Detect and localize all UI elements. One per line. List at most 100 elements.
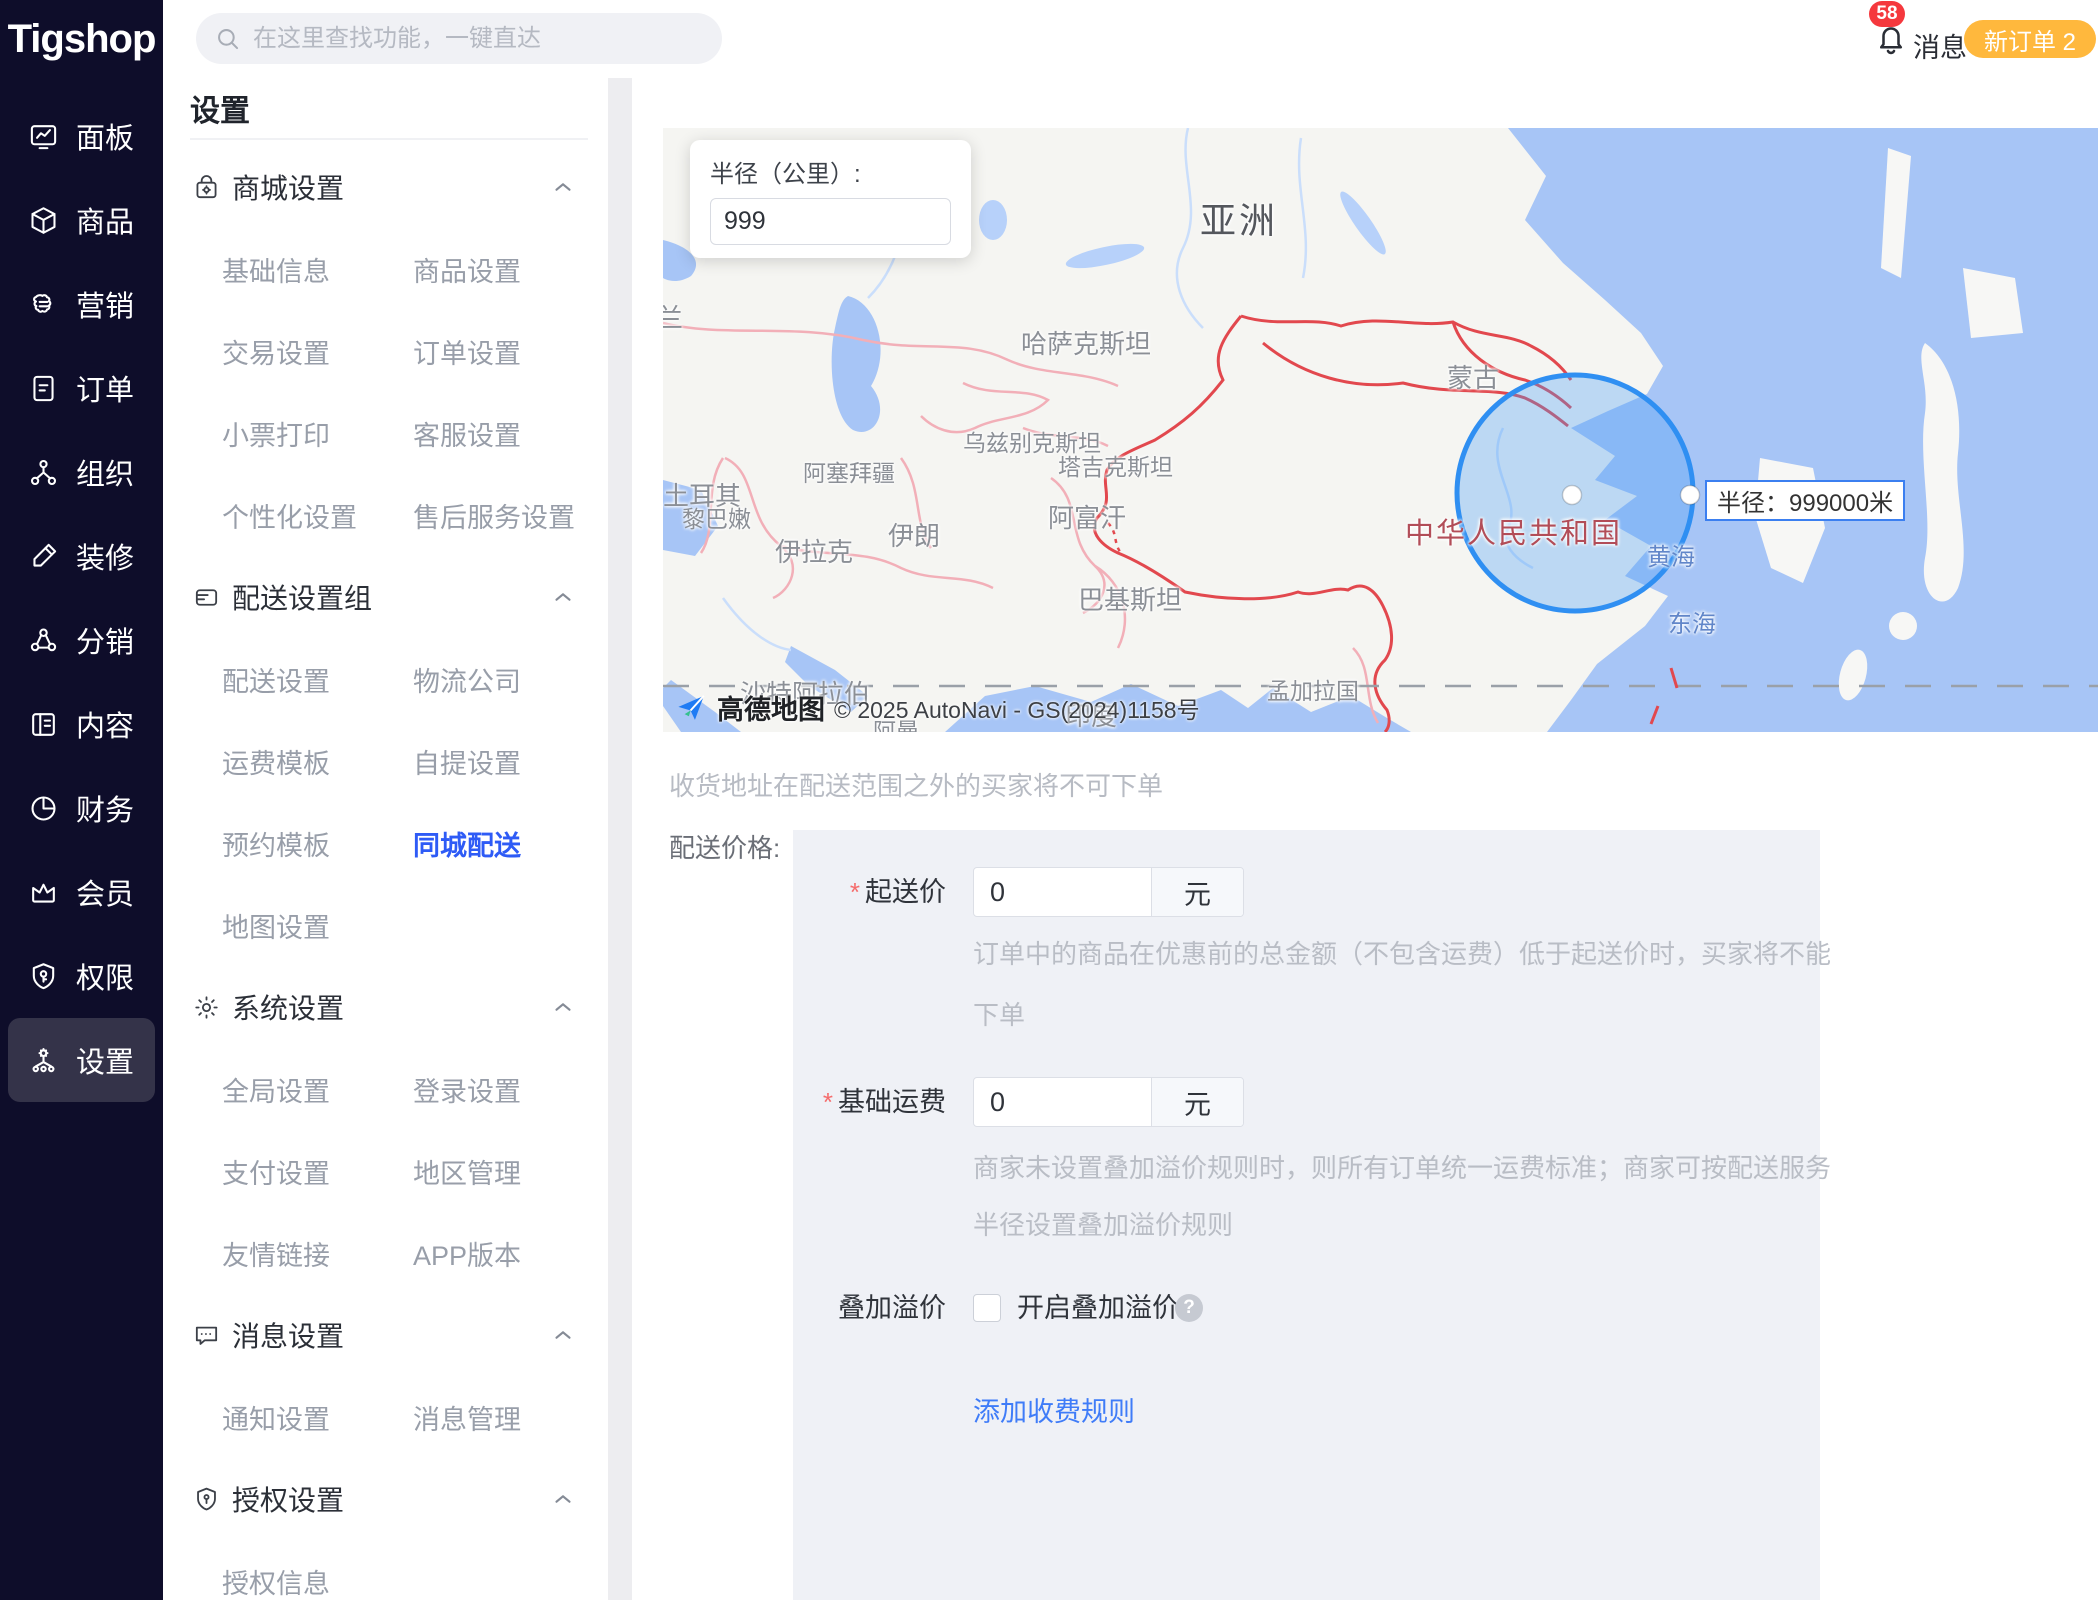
menu-item-row: 配送设置物流公司: [163, 638, 608, 720]
add-rule-link[interactable]: 添加收费规则: [973, 1390, 1135, 1429]
range-note: 收货地址在配送范围之外的买家将不可下单: [669, 766, 1163, 803]
menu-item-通知设置[interactable]: 通知设置: [222, 1398, 413, 1437]
surcharge-label: 叠加溢价: [793, 1283, 946, 1333]
map-label: 黎巴嫩: [682, 500, 751, 534]
sidebar-item-会员[interactable]: 会员: [8, 850, 155, 934]
menu-item-小票打印[interactable]: 小票打印: [222, 414, 413, 453]
radius-label: 半径（公里）:: [710, 154, 951, 189]
main-content: 亚洲兰哈萨克斯坦蒙古乌兹别克斯坦塔吉克斯坦阿塞拜疆土耳其黎巴嫩伊拉克伊朗阿富汗巴…: [632, 78, 2098, 1600]
base-fee-help-line2: 半径设置叠加溢价规则: [973, 1205, 1233, 1242]
chevron-up-icon[interactable]: [550, 1486, 576, 1512]
menu-title: 设置: [190, 78, 588, 140]
menu-item-row: 小票打印客服设置: [163, 392, 608, 474]
sidebar-item-label: 财务: [76, 787, 134, 829]
sidebar-item-装修[interactable]: 装修: [8, 514, 155, 598]
delivery-map[interactable]: 亚洲兰哈萨克斯坦蒙古乌兹别克斯坦塔吉克斯坦阿塞拜疆土耳其黎巴嫩伊拉克伊朗阿富汗巴…: [663, 128, 2098, 732]
menu-item-消息管理[interactable]: 消息管理: [413, 1398, 521, 1437]
menu-scrollbar[interactable]: [608, 78, 632, 1600]
menu-section-配送设置组[interactable]: 配送设置组: [163, 556, 608, 638]
base-fee-input-group: 元: [973, 1077, 1244, 1127]
map-label: 伊拉克: [775, 532, 853, 569]
base-fee-unit: 元: [1151, 1078, 1243, 1126]
menu-item-自提设置[interactable]: 自提设置: [413, 742, 521, 781]
member-icon: [28, 877, 59, 908]
app-window: Tigshop 面板商品营销订单组织装修分销内容财务会员权限设置 58 消息 新…: [0, 0, 2098, 1600]
sidebar-item-分销[interactable]: 分销: [8, 598, 155, 682]
sidebar-item-财务[interactable]: 财务: [8, 766, 155, 850]
map-label: 亚洲: [1200, 192, 1278, 244]
menu-item-运费模板[interactable]: 运费模板: [222, 742, 413, 781]
chevron-up-icon[interactable]: [550, 174, 576, 200]
base-fee-help-line1: 商家未设置叠加溢价规则时，则所有订单统一运费标准；商家可按配送服务: [973, 1148, 1831, 1185]
min-order-unit: 元: [1151, 868, 1243, 916]
help-question-icon[interactable]: ?: [1175, 1294, 1203, 1322]
settings-icon: [28, 1045, 59, 1076]
menu-item-预约模板[interactable]: 预约模板: [222, 824, 413, 863]
menu-item-基础信息[interactable]: 基础信息: [222, 250, 413, 289]
sidebar-item-组织[interactable]: 组织: [8, 430, 155, 514]
menu-item-支付设置[interactable]: 支付设置: [222, 1152, 413, 1191]
required-mark: *: [850, 877, 860, 907]
menu-item-友情链接[interactable]: 友情链接: [222, 1234, 413, 1273]
menu-item-配送设置[interactable]: 配送设置: [222, 660, 413, 699]
chevron-up-icon[interactable]: [550, 1322, 576, 1348]
sidebar-item-权限[interactable]: 权限: [8, 934, 155, 1018]
menu-item-个性化设置[interactable]: 个性化设置: [222, 496, 413, 535]
menu-item-同城配送[interactable]: 同城配送: [413, 824, 521, 863]
menu-item-登录设置[interactable]: 登录设置: [413, 1070, 521, 1109]
map-label: 塔吉克斯坦: [1058, 448, 1173, 482]
menu-item-商品设置[interactable]: 商品设置: [413, 250, 521, 289]
map-label: 黄海: [1647, 537, 1695, 572]
surcharge-checkbox[interactable]: [973, 1294, 1001, 1322]
menu-item-row: 交易设置订单设置: [163, 310, 608, 392]
sidebar-item-商品[interactable]: 商品: [8, 178, 155, 262]
global-search[interactable]: [196, 13, 722, 64]
sidebar-item-订单[interactable]: 订单: [8, 346, 155, 430]
messages-link[interactable]: 消息: [1913, 26, 1967, 65]
menu-section-授权设置[interactable]: 授权设置: [163, 1458, 608, 1540]
menu-section-label: 系统设置: [232, 987, 344, 1027]
amap-brand: 高德地图: [717, 688, 825, 727]
chevron-up-icon[interactable]: [550, 994, 576, 1020]
decoration-icon: [28, 541, 59, 572]
base-fee-input[interactable]: [974, 1078, 1151, 1126]
min-order-help-line1: 订单中的商品在优惠前的总金额（不包含运费）低于起送价时，买家将不能: [973, 934, 1831, 971]
menu-item-订单设置[interactable]: 订单设置: [413, 332, 521, 371]
menu-section-label: 配送设置组: [232, 577, 372, 617]
map-label: 孟加拉国: [1267, 672, 1359, 706]
radius-input[interactable]: [710, 198, 951, 245]
sidebar-item-内容[interactable]: 内容: [8, 682, 155, 766]
menu-item-交易设置[interactable]: 交易设置: [222, 332, 413, 371]
sidebar-item-label: 订单: [76, 367, 134, 409]
menu-item-地区管理[interactable]: 地区管理: [413, 1152, 521, 1191]
map-label: 中华人民共和国: [1405, 510, 1622, 552]
finance-icon: [28, 793, 59, 824]
menu-item-row: 预约模板同城配送: [163, 802, 608, 884]
menu-item-售后服务设置[interactable]: 售后服务设置: [413, 496, 575, 535]
permission-icon: [28, 961, 59, 992]
chevron-up-icon[interactable]: [550, 584, 576, 610]
map-label: 蒙古: [1447, 358, 1499, 395]
sidebar-nav: 面板商品营销订单组织装修分销内容财务会员权限设置: [0, 78, 163, 1102]
menu-section-商城设置[interactable]: 商城设置: [163, 146, 608, 228]
menu-item-客服设置[interactable]: 客服设置: [413, 414, 521, 453]
menu-item-授权信息[interactable]: 授权信息: [222, 1562, 330, 1600]
new-order-badge[interactable]: 新订单 2: [1964, 20, 2096, 58]
app-logo[interactable]: Tigshop: [0, 0, 163, 78]
menu-item-全局设置[interactable]: 全局设置: [222, 1070, 413, 1109]
sidebar-item-设置[interactable]: 设置: [8, 1018, 155, 1102]
search-input[interactable]: [253, 25, 683, 53]
amap-logo-icon: [675, 691, 708, 724]
sidebar-item-营销[interactable]: 营销: [8, 262, 155, 346]
sidebar-item-label: 商品: [76, 199, 134, 241]
menu-item-APP版本[interactable]: APP版本: [413, 1234, 521, 1273]
sidebar-item-面板[interactable]: 面板: [8, 94, 155, 178]
min-order-input[interactable]: [974, 868, 1151, 916]
menu-section-消息设置[interactable]: 消息设置: [163, 1294, 608, 1376]
menu-item-物流公司[interactable]: 物流公司: [413, 660, 521, 699]
min-order-input-group: 元: [973, 867, 1244, 917]
product-icon: [28, 205, 59, 236]
menu-section-系统设置[interactable]: 系统设置: [163, 966, 608, 1048]
menu-item-地图设置[interactable]: 地图设置: [222, 906, 330, 945]
sidebar-item-label: 设置: [76, 1039, 134, 1081]
